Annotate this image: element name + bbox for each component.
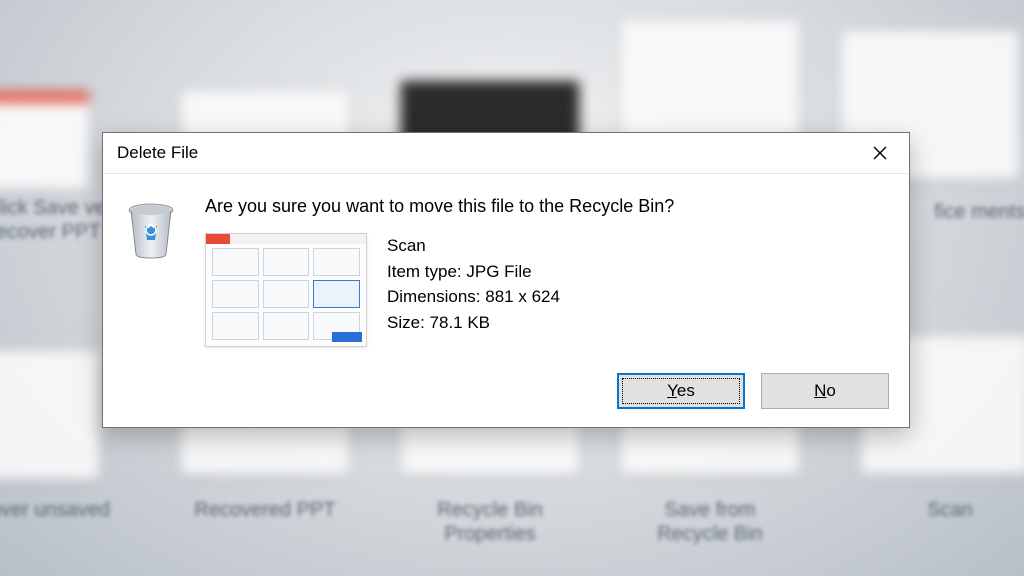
bg-label: Click Save ve recover PPT <box>0 196 110 244</box>
recycle-bin-icon <box>125 200 177 260</box>
file-size-value: 78.1 KB <box>430 313 491 332</box>
dialog-titlebar: Delete File <box>103 133 909 174</box>
dialog-button-row: Yes No <box>103 357 909 427</box>
file-dimensions-label: Dimensions: <box>387 287 485 306</box>
no-button[interactable]: No <box>761 373 889 409</box>
dialog-title: Delete File <box>117 143 198 163</box>
bg-label: cover unsaved <box>0 498 120 522</box>
file-dimensions-value: 881 x 624 <box>485 287 560 306</box>
file-type-value: JPG File <box>466 262 531 281</box>
delete-file-dialog: Delete File <box>102 132 910 428</box>
prompt-text: Are you sure you want to move this file … <box>205 196 881 217</box>
file-info: Scan Item type: JPG File Dimensions: 881… <box>205 233 881 347</box>
file-type-label: Item type: <box>387 262 466 281</box>
bg-label: Recycle Bin Properties <box>410 498 570 546</box>
file-name: Scan <box>387 233 560 259</box>
file-type-row: Item type: JPG File <box>387 259 560 285</box>
file-size-row: Size: 78.1 KB <box>387 310 560 336</box>
dialog-content: Are you sure you want to move this file … <box>205 196 881 347</box>
close-icon <box>873 146 887 160</box>
bg-label: Recovered PPT <box>190 498 340 522</box>
bg-label: Save from Recycle Bin <box>630 498 790 546</box>
bg-label: fice ments <box>920 200 1024 224</box>
file-thumbnail <box>205 233 367 347</box>
file-size-label: Size: <box>387 313 430 332</box>
yes-label-rest: es <box>677 381 695 400</box>
close-button[interactable] <box>859 139 901 167</box>
file-metadata: Scan Item type: JPG File Dimensions: 881… <box>387 233 560 335</box>
dialog-body: Are you sure you want to move this file … <box>103 174 909 357</box>
file-dimensions-row: Dimensions: 881 x 624 <box>387 284 560 310</box>
yes-button[interactable]: Yes <box>617 373 745 409</box>
bg-label: Scan <box>890 498 1010 522</box>
no-label-rest: o <box>826 381 835 400</box>
dialog-icon-column <box>125 196 181 347</box>
